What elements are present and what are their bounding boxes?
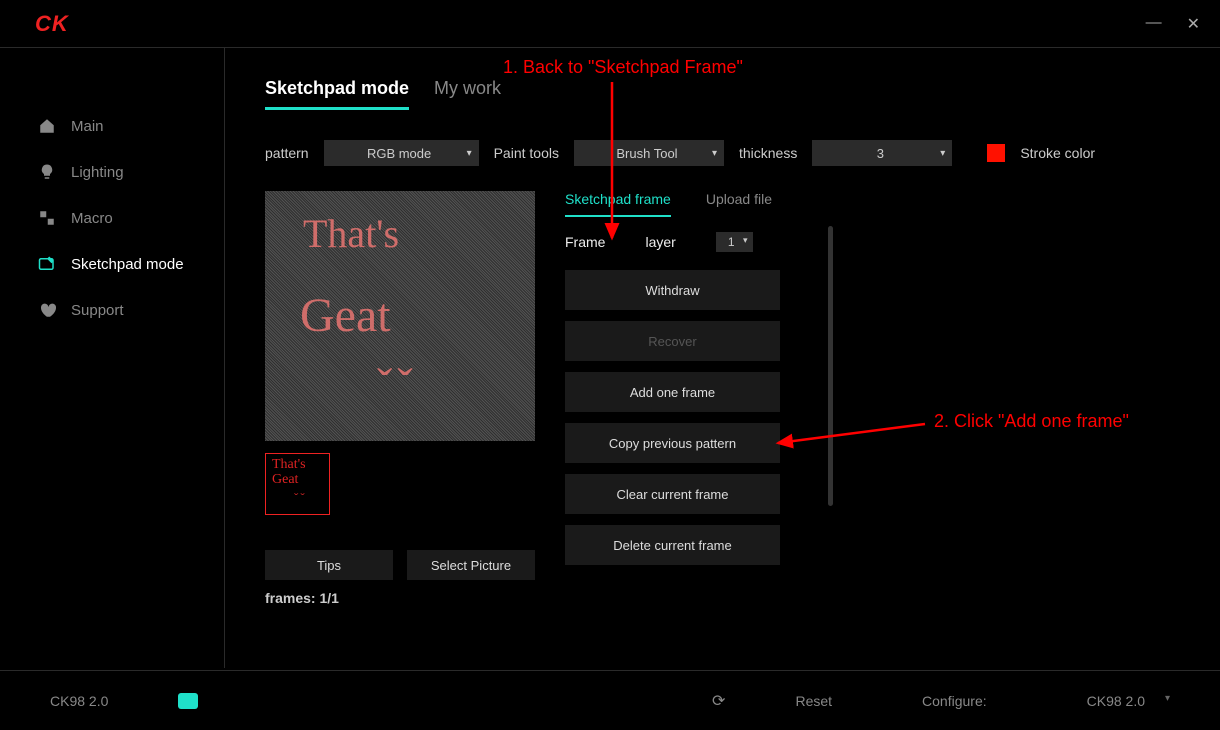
sidebar-item-main[interactable]: Main — [0, 103, 224, 149]
home-icon — [38, 117, 56, 135]
thumbnail-content: ˇˇ — [294, 490, 307, 506]
window-controls: — ✕ — [1146, 14, 1200, 34]
close-button[interactable]: ✕ — [1187, 14, 1200, 34]
layer-select[interactable]: 1 — [716, 232, 753, 252]
thickness-label: thickness — [739, 145, 797, 161]
canvas-drawing-smile: ˇˇ — [377, 359, 418, 412]
layer-label: layer — [645, 234, 675, 250]
sidebar-item-label: Sketchpad mode — [71, 256, 184, 273]
copy-pattern-button[interactable]: Copy previous pattern — [565, 423, 780, 463]
titlebar: CK — ✕ — [0, 0, 1220, 48]
delete-frame-button[interactable]: Delete current frame — [565, 525, 780, 565]
refresh-icon[interactable]: ⟳ — [712, 691, 725, 711]
minimize-button[interactable]: — — [1146, 14, 1162, 34]
configure-label: Configure: — [922, 693, 987, 709]
thumbnail-content: That's Geat — [272, 458, 306, 487]
frames-count-label: frames: 1/1 — [265, 590, 535, 606]
add-frame-button[interactable]: Add one frame — [565, 372, 780, 412]
sidebar-item-label: Support — [71, 302, 124, 319]
statusbar: CK98 2.0 ⟳ Reset Configure: CK98 2.0 — [0, 670, 1220, 730]
frame-controls-panel: Sketchpad frame Upload file Frame layer … — [565, 191, 825, 606]
sidebar-item-macro[interactable]: Macro — [0, 195, 224, 241]
stroke-color-label: Stroke color — [1020, 145, 1095, 161]
pattern-label: pattern — [265, 145, 309, 161]
sidebar: Main Lighting Macro Sketchpad mode Suppo… — [0, 48, 225, 668]
withdraw-button[interactable]: Withdraw — [565, 270, 780, 310]
scrollbar[interactable] — [828, 226, 833, 506]
select-picture-button[interactable]: Select Picture — [407, 550, 535, 580]
stroke-color-swatch[interactable] — [987, 144, 1005, 162]
keyboard-icon[interactable] — [178, 693, 198, 709]
sidebar-item-label: Macro — [71, 210, 113, 227]
frame-thumbnail[interactable]: That's Geat ˇˇ — [265, 453, 330, 515]
heart-icon — [38, 301, 56, 319]
sidebar-item-lighting[interactable]: Lighting — [0, 149, 224, 195]
sidebar-item-label: Main — [71, 118, 104, 135]
tab-upload-file[interactable]: Upload file — [706, 191, 772, 217]
macro-icon — [38, 209, 56, 227]
sidebar-item-sketchpad[interactable]: Sketchpad mode — [0, 241, 224, 287]
drawing-canvas[interactable]: That's Geat ˇˇ — [265, 191, 535, 441]
paint-tools-select[interactable]: Brush Tool — [574, 140, 724, 166]
tab-my-work[interactable]: My work — [434, 78, 501, 110]
sidebar-item-label: Lighting — [71, 164, 124, 181]
main-panel: Sketchpad mode My work pattern RGB mode … — [225, 48, 1220, 668]
frame-label: Frame — [565, 234, 605, 250]
clear-frame-button[interactable]: Clear current frame — [565, 474, 780, 514]
thickness-select[interactable]: 3 — [812, 140, 952, 166]
bulb-icon — [38, 163, 56, 181]
reset-button[interactable]: Reset — [795, 693, 832, 709]
app-logo: CK — [35, 11, 69, 37]
pattern-select[interactable]: RGB mode — [324, 140, 479, 166]
sketchpad-icon — [38, 255, 56, 273]
model-label: CK98 2.0 — [50, 693, 108, 709]
tab-sketchpad-frame[interactable]: Sketchpad frame — [565, 191, 671, 217]
paint-tools-label: Paint tools — [494, 145, 559, 161]
tips-button[interactable]: Tips — [265, 550, 393, 580]
canvas-drawing-text: Geat — [300, 288, 391, 343]
sidebar-item-support[interactable]: Support — [0, 287, 224, 333]
canvas-drawing-text: That's — [303, 211, 399, 257]
tab-sketchpad-mode[interactable]: Sketchpad mode — [265, 78, 409, 110]
configure-select[interactable]: CK98 2.0 — [1087, 693, 1170, 709]
toolbar: pattern RGB mode Paint tools Brush Tool … — [265, 140, 1190, 166]
recover-button[interactable]: Recover — [565, 321, 780, 361]
